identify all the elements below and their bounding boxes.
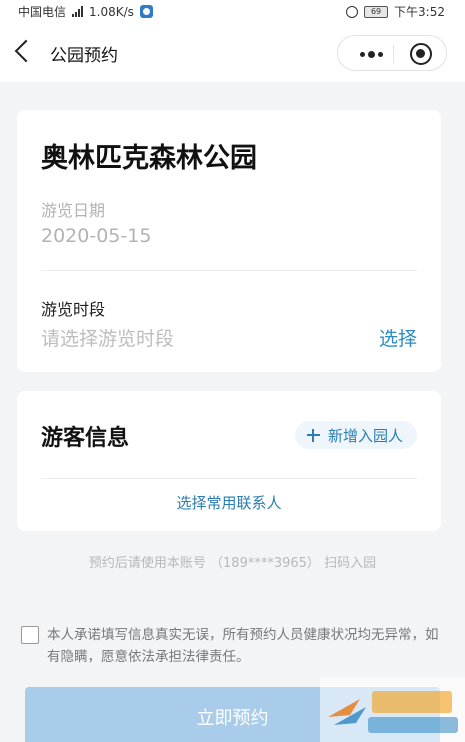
park-name: 奥林匹克森林公园 — [41, 143, 257, 174]
visit-slot-label: 游览时段 — [41, 300, 106, 319]
page-title: 公园预约 — [50, 46, 118, 66]
visit-date-label: 游览日期 — [41, 201, 106, 220]
carrier-label: 中国电信 — [18, 5, 67, 19]
close-miniprogram-icon[interactable] — [410, 43, 432, 65]
more-icon[interactable] — [360, 51, 383, 58]
agreement-text: 本人承诺填写信息真实无误，所有预约人员健康状况均无异常，如有隐瞒，愿意依法承担法… — [47, 627, 439, 665]
agreement-checkbox[interactable] — [21, 626, 39, 644]
card-divider — [41, 270, 417, 271]
plus-icon — [306, 428, 320, 442]
status-time: 下午3:52 — [394, 5, 445, 19]
card-divider — [41, 478, 417, 479]
alarm-icon — [346, 5, 359, 18]
nav-bar: 公园预约 — [0, 22, 465, 82]
network-speed: 1.08K/s — [89, 4, 134, 19]
select-slot-button[interactable]: 选择 — [379, 324, 417, 351]
battery-icon: 69 — [364, 5, 389, 18]
status-left: 中国电信 1.08K/s — [18, 3, 153, 20]
notification-app-icon — [139, 5, 153, 18]
visitor-info-title: 游客信息 — [41, 426, 130, 451]
scan-entry-hint: 预约后请使用本账号 （189****3965） 扫码入园 — [88, 556, 377, 571]
site-watermark-logo — [320, 677, 465, 742]
select-common-contacts-link[interactable]: 选择常用联系人 — [17, 492, 441, 513]
visit-date-value: 2020-05-15 — [41, 225, 152, 247]
capsule-divider — [393, 45, 394, 63]
submit-label: 立即预约 — [196, 708, 269, 729]
status-bar: 中国电信 1.08K/s 69 下午3:52 — [0, 0, 465, 22]
add-visitor-button[interactable]: 新增入园人 — [294, 421, 417, 449]
visitor-card: 游客信息 新增入园人 选择常用联系人 — [17, 391, 441, 531]
visit-slot-placeholder[interactable]: 请选择游览时段 — [41, 324, 174, 351]
status-right: 69 下午3:52 — [346, 3, 445, 20]
park-card: 奥林匹克森林公园 游览日期 2020-05-15 游览时段 请选择游览时段 选择 — [17, 110, 441, 372]
back-arrow-icon[interactable] — [14, 39, 38, 63]
signal-icon — [72, 6, 84, 17]
add-visitor-label: 新增入园人 — [327, 426, 403, 445]
miniprogram-capsule — [337, 35, 447, 71]
